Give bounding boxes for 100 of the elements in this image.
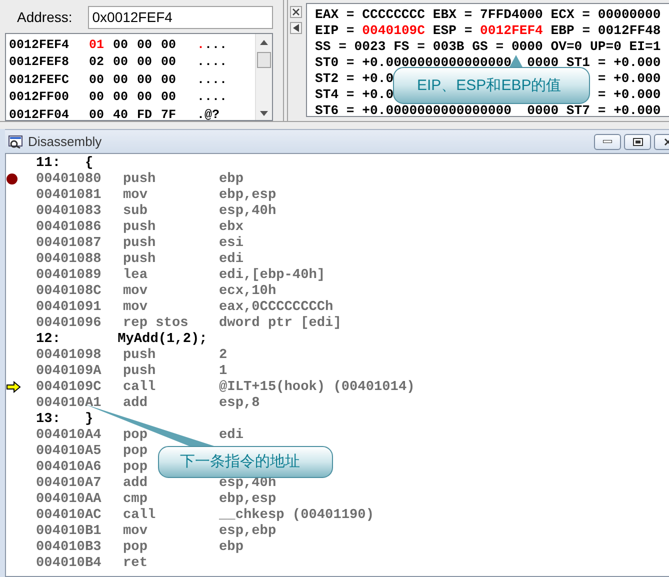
instruction-mnemonic: ret: [123, 556, 148, 570]
restore-icon: [632, 138, 642, 146]
instruction-address: 0040108C: [36, 284, 102, 298]
instruction-operand: ebx: [219, 220, 244, 234]
instruction-mnemonic: mov: [123, 300, 148, 314]
callout-text: EIP、ESP和EBP的值: [417, 76, 562, 94]
instruction-address: 00401080: [36, 172, 102, 186]
memory-byte: 00: [161, 72, 178, 87]
memory-byte: 00: [137, 38, 154, 52]
instruction-address: 004010A5: [36, 444, 102, 458]
memory-ascii: ....: [197, 90, 228, 104]
instruction-mnemonic: rep stos: [123, 316, 188, 330]
left-triangle-icon: [293, 24, 299, 32]
instruction-address: 004010B3: [36, 540, 102, 554]
memory-byte: 00: [113, 38, 130, 52]
close-icon: [292, 8, 300, 16]
instruction-address: 0040109C: [36, 380, 102, 394]
register-text: = +0.000: [598, 71, 661, 87]
memory-byte: 00: [89, 108, 106, 120]
memory-byte: 00: [161, 90, 178, 104]
instruction-address: 00401088: [36, 252, 102, 266]
memory-address: 0012FF04: [9, 108, 70, 120]
instruction-operand: @ILT+15(hook) (00401014): [219, 380, 415, 394]
instruction-operand: ecx,10h: [219, 284, 276, 298]
memory-address: 0012FF00: [9, 90, 70, 104]
memory-byte: 02: [89, 55, 106, 70]
close-button[interactable]: [290, 6, 302, 18]
instruction-operand: eax,0CCCCCCCCh: [219, 300, 334, 314]
instruction-mnemonic: lea: [123, 268, 148, 282]
instruction-address: 00401091: [36, 300, 102, 314]
instruction-mnemonic: sub: [123, 204, 148, 218]
register-text: ESP =: [432, 23, 474, 39]
memory-byte: 00: [161, 38, 178, 52]
instruction-operand: 1: [219, 364, 228, 378]
register-text: 0000 ST1 = +0.000: [527, 55, 661, 71]
memory-ascii: .: [197, 38, 205, 52]
instruction-mnemonic: push: [123, 236, 156, 250]
source-line: 11: {: [36, 156, 94, 170]
minimize-button[interactable]: [594, 134, 621, 150]
instruction-address: 004010AC: [36, 508, 102, 522]
scroll-thumb[interactable]: [257, 52, 271, 68]
source-line: 12: MyAdd(1,2);: [36, 332, 208, 346]
instruction-operand: edi: [219, 428, 244, 442]
minimize-icon: [603, 140, 612, 143]
instruction-operand: esp,8: [219, 396, 260, 410]
instruction-mnemonic: push: [123, 252, 156, 266]
memory-byte: 40: [113, 108, 130, 120]
instruction-mnemonic: pop: [123, 540, 148, 554]
instruction-operand: ebp,esp: [219, 492, 276, 506]
memory-ascii: ....: [197, 55, 228, 70]
instruction-operand: esi: [219, 236, 244, 250]
register-text: ST2 = +0.0: [315, 71, 394, 87]
memory-byte: 00: [113, 55, 130, 70]
instruction-mnemonic: pop: [123, 460, 148, 474]
instruction-mnemonic: cmp: [123, 492, 148, 506]
memory-byte: 01: [89, 38, 106, 52]
scrollbar[interactable]: [255, 34, 272, 120]
instruction-operand: edi: [219, 252, 244, 266]
instruction-operand: esp,40h: [219, 476, 276, 490]
instruction-address: 004010B1: [36, 524, 102, 538]
instruction-mnemonic: pop: [123, 444, 148, 458]
memory-byte: 00: [89, 72, 106, 87]
register-text: 0040109C: [362, 23, 426, 39]
instruction-mnemonic: push: [123, 172, 156, 186]
memory-ascii: ....: [197, 72, 228, 87]
instruction-mnemonic: call: [123, 508, 156, 522]
register-text: 0012FEF4: [480, 23, 543, 39]
instruction-address: 00401086: [36, 220, 102, 234]
address-label: Address:: [17, 9, 72, 25]
register-text: SS = 0023 FS = 003B GS = 0000 OV=0 UP=0 EI=1: [315, 39, 661, 55]
collapse-button[interactable]: [290, 22, 302, 34]
instruction-address: 00401089: [36, 268, 102, 282]
register-text: ST0 = +0.0000000000000000: [315, 55, 512, 71]
instruction-operand: edi,[ebp-40h]: [219, 268, 326, 282]
register-text: 0000 ST7 = +0.000: [527, 103, 661, 116]
memory-byte: 7F: [161, 108, 178, 120]
source-line: 13: }: [36, 412, 94, 426]
instruction-mnemonic: mov: [123, 524, 148, 538]
callout-text: 下一条指令的地址: [180, 453, 300, 471]
instruction-operand: esp,ebp: [219, 524, 276, 538]
instruction-address: 004010AA: [36, 492, 102, 506]
register-text: EAX = CCCCCCCC EBX = 7FFD4000 ECX = 00000000: [315, 7, 661, 23]
memory-address: 0012FEF8: [9, 55, 70, 70]
instruction-mnemonic: mov: [123, 284, 148, 298]
instruction-address: 00401096: [36, 316, 102, 330]
instruction-operand: __chkesp (00401190): [219, 508, 374, 522]
restore-button[interactable]: [624, 134, 651, 150]
instruction-address: 00401081: [36, 188, 102, 202]
instruction-address: 004010B4: [36, 556, 102, 570]
address-field[interactable]: 0x0012FEF4: [88, 6, 273, 28]
memory-byte: 00: [89, 90, 106, 104]
instruction-address: 0040109A: [36, 364, 102, 378]
scroll-up-icon[interactable]: [260, 40, 268, 45]
instruction-mnemonic: push: [123, 348, 156, 362]
memory-address: 0012FEFC: [9, 72, 70, 87]
instruction-address: 00401083: [36, 204, 102, 218]
scroll-down-icon[interactable]: [260, 111, 268, 116]
instruction-operand: esp,40h: [219, 204, 276, 218]
instruction-mnemonic: push: [123, 220, 156, 234]
register-text: ST6 = +0.0000000000000000: [315, 103, 512, 116]
